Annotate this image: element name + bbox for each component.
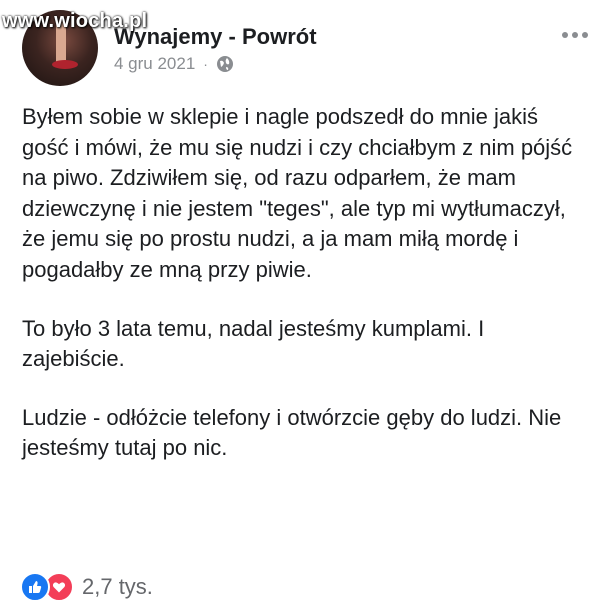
post-paragraph: To było 3 lata temu, nadal jesteśmy kump…	[22, 315, 485, 372]
reaction-count[interactable]: 2,7 tys.	[82, 574, 153, 600]
meta-separator: ·	[203, 56, 208, 72]
watermark: www.wiocha.pl	[2, 10, 148, 32]
reactions-bar[interactable]: 2,7 tys.	[20, 572, 153, 602]
post-meta: 4 gru 2021 ·	[114, 54, 234, 74]
like-icon	[20, 572, 50, 602]
post-paragraph: Ludzie - odłóżcie telefony i otwórzcie g…	[22, 404, 562, 461]
post-body: Byłem sobie w sklepie i nagle podszedł d…	[22, 102, 582, 492]
more-options-icon[interactable]	[562, 32, 588, 38]
reaction-icons	[20, 572, 74, 602]
globe-icon	[216, 55, 234, 73]
post-date[interactable]: 4 gru 2021	[114, 54, 195, 74]
facebook-post: Wynajemy - Powrót 4 gru 2021 · www.wioch…	[0, 0, 600, 614]
post-paragraph: Byłem sobie w sklepie i nagle podszedł d…	[22, 104, 573, 282]
avatar-lips-shape	[52, 60, 78, 69]
